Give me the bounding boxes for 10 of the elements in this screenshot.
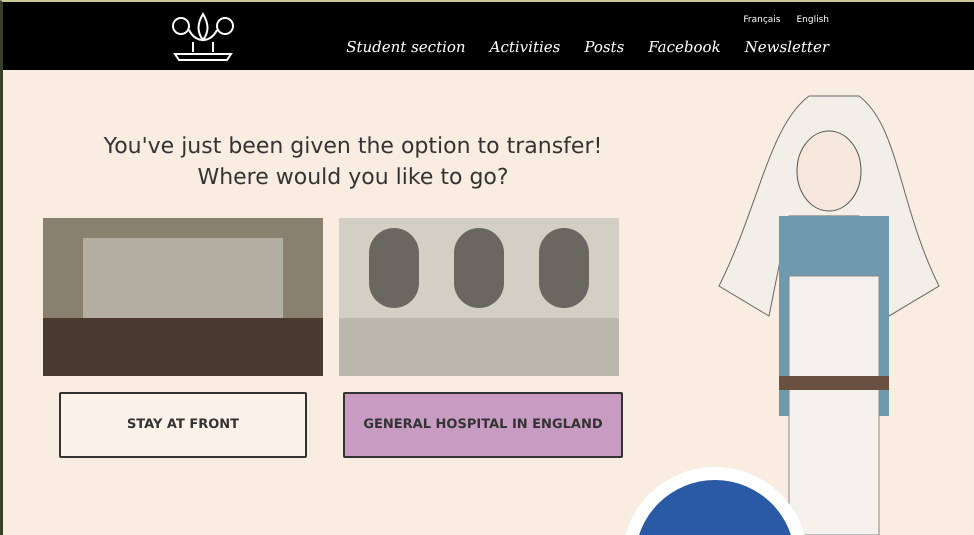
nav-link[interactable]: Posts (584, 36, 624, 58)
nav-link[interactable]: Facebook (648, 36, 721, 58)
prompt-heading: You've just been given the option to transfer! Where would you like to go? (102, 133, 604, 192)
choice-button[interactable]: GENERAL HOSPITAL IN ENGLAND (343, 392, 623, 458)
nav-link[interactable]: Activities (490, 36, 560, 58)
nav-link[interactable]: Student section (346, 36, 466, 58)
nav-link[interactable]: Newsletter (744, 36, 829, 58)
language-link[interactable]: Français (743, 14, 780, 28)
language-link[interactable]: English (796, 14, 829, 28)
choice-button[interactable]: STAY AT FRONT (59, 392, 307, 458)
